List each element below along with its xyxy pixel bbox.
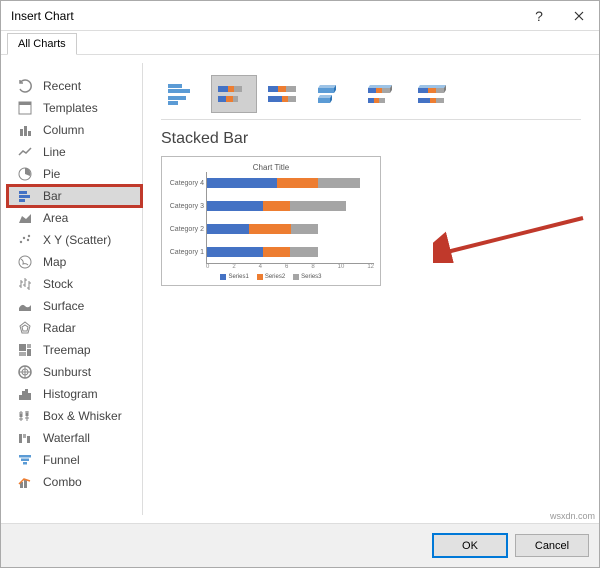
subtype-stacked-bar[interactable] xyxy=(211,75,257,113)
sidebar-item-templates[interactable]: Templates xyxy=(7,97,142,119)
sunburst-icon xyxy=(17,364,33,380)
cancel-button[interactable]: Cancel xyxy=(515,534,589,557)
watermark: wsxdn.com xyxy=(550,511,595,521)
sidebar-item-label: Radar xyxy=(43,321,76,335)
callout-arrow-icon xyxy=(433,213,593,263)
main-panel: Stacked Bar Chart Title Category 4 Categ… xyxy=(143,63,599,515)
divider xyxy=(161,119,581,120)
sidebar-item-combo[interactable]: Combo xyxy=(7,471,142,493)
bar-row xyxy=(207,201,374,211)
sidebar-item-scatter[interactable]: X Y (Scatter) xyxy=(7,229,142,251)
ok-button[interactable]: OK xyxy=(433,534,507,557)
sidebar-item-label: Histogram xyxy=(43,387,98,401)
sidebar-item-label: Treemap xyxy=(43,343,91,357)
chart-bars xyxy=(206,172,374,264)
scatter-icon xyxy=(17,232,33,248)
sidebar-item-label: Waterfall xyxy=(43,431,90,445)
subtype-3d-clustered-bar[interactable] xyxy=(311,75,357,113)
subtype-3d-100-stacked-bar[interactable] xyxy=(411,75,457,113)
sidebar-item-label: Pie xyxy=(43,167,60,181)
sidebar-item-map[interactable]: Map xyxy=(7,251,142,273)
dialog-body: Recent Templates Column Line Pie Bar Are… xyxy=(1,55,599,523)
sidebar-item-label: Funnel xyxy=(43,453,80,467)
histogram-icon xyxy=(17,386,33,402)
sidebar-item-label: Column xyxy=(43,123,84,137)
bar-row xyxy=(207,178,374,188)
subtype-100-stacked-bar[interactable] xyxy=(261,75,307,113)
sidebar-item-recent[interactable]: Recent xyxy=(7,75,142,97)
sidebar-item-waterfall[interactable]: Waterfall xyxy=(7,427,142,449)
bar-row xyxy=(207,224,374,234)
close-button[interactable] xyxy=(559,1,599,31)
bar-row xyxy=(207,247,374,257)
sidebar-item-label: Recent xyxy=(43,79,81,93)
chart-category-sidebar: Recent Templates Column Line Pie Bar Are… xyxy=(7,63,143,515)
surface-icon xyxy=(17,298,33,314)
treemap-icon xyxy=(17,342,33,358)
chart-preview[interactable]: Chart Title Category 4 Category 3 Catego… xyxy=(161,156,381,286)
pie-icon xyxy=(17,166,33,182)
map-icon xyxy=(17,254,33,270)
sidebar-item-column[interactable]: Column xyxy=(7,119,142,141)
sidebar-item-label: Sunburst xyxy=(43,365,91,379)
templates-icon xyxy=(17,100,33,116)
button-bar: OK Cancel xyxy=(1,523,599,567)
sidebar-item-label: X Y (Scatter) xyxy=(43,233,111,247)
sidebar-item-line[interactable]: Line xyxy=(7,141,142,163)
radar-icon xyxy=(17,320,33,336)
y-axis-labels: Category 4 Category 3 Category 2 Categor… xyxy=(168,172,206,264)
sidebar-item-label: Area xyxy=(43,211,68,225)
tab-bar: All Charts xyxy=(1,31,599,55)
sidebar-item-surface[interactable]: Surface xyxy=(7,295,142,317)
stock-icon xyxy=(17,276,33,292)
chart-title: Chart Title xyxy=(168,163,374,172)
sidebar-item-label: Box & Whisker xyxy=(43,409,122,423)
funnel-icon xyxy=(17,452,33,468)
sidebar-item-bar[interactable]: Bar xyxy=(7,185,142,207)
column-icon xyxy=(17,122,33,138)
area-icon xyxy=(17,210,33,226)
insert-chart-dialog: Insert Chart ? All Charts Recent Templat… xyxy=(0,0,600,568)
sidebar-item-label: Map xyxy=(43,255,66,269)
chart-area: Category 4 Category 3 Category 2 Categor… xyxy=(168,172,374,264)
bar-subtype-row xyxy=(161,75,581,113)
sidebar-item-label: Bar xyxy=(43,189,62,203)
subtype-3d-stacked-bar[interactable] xyxy=(361,75,407,113)
boxwhisker-icon xyxy=(17,408,33,424)
dialog-title: Insert Chart xyxy=(11,9,519,23)
sidebar-item-treemap[interactable]: Treemap xyxy=(7,339,142,361)
sidebar-item-radar[interactable]: Radar xyxy=(7,317,142,339)
sidebar-item-funnel[interactable]: Funnel xyxy=(7,449,142,471)
waterfall-icon xyxy=(17,430,33,446)
sidebar-item-sunburst[interactable]: Sunburst xyxy=(7,361,142,383)
sidebar-item-histogram[interactable]: Histogram xyxy=(7,383,142,405)
sidebar-item-label: Templates xyxy=(43,101,98,115)
x-axis-ticks: 024681012 xyxy=(168,264,374,270)
sidebar-item-pie[interactable]: Pie xyxy=(7,163,142,185)
help-button[interactable]: ? xyxy=(519,1,559,31)
sidebar-item-label: Surface xyxy=(43,299,84,313)
sidebar-item-area[interactable]: Area xyxy=(7,207,142,229)
close-icon xyxy=(574,11,584,21)
sidebar-item-label: Stock xyxy=(43,277,73,291)
tab-all-charts[interactable]: All Charts xyxy=(7,33,77,55)
subtype-clustered-bar[interactable] xyxy=(161,75,207,113)
bar-icon xyxy=(17,188,33,204)
titlebar: Insert Chart ? xyxy=(1,1,599,31)
sidebar-item-boxwhisker[interactable]: Box & Whisker xyxy=(7,405,142,427)
chart-legend: Series1 Series2 Series3 xyxy=(168,274,374,280)
sidebar-item-label: Combo xyxy=(43,475,82,489)
recent-icon xyxy=(17,78,33,94)
sidebar-item-label: Line xyxy=(43,145,66,159)
combo-icon xyxy=(17,474,33,490)
section-title: Stacked Bar xyxy=(161,130,581,148)
line-icon xyxy=(17,144,33,160)
sidebar-item-stock[interactable]: Stock xyxy=(7,273,142,295)
